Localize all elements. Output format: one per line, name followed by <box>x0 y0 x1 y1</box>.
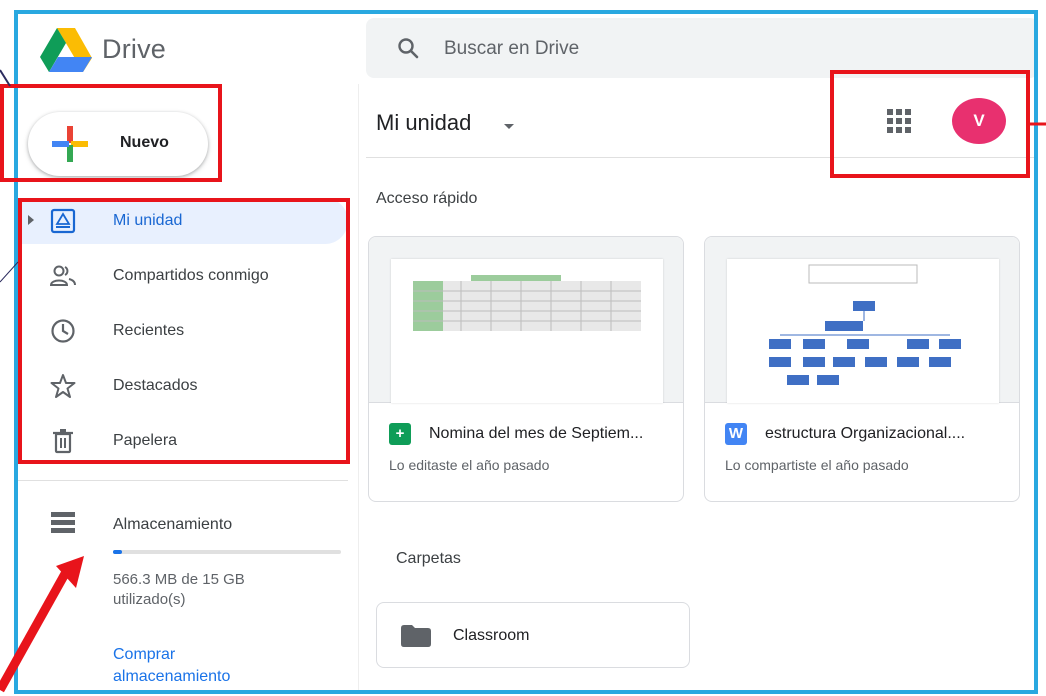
annotation-box-new <box>0 84 222 182</box>
app-name: Drive <box>102 34 167 64</box>
document-preview <box>727 259 999 403</box>
quick-access-label: Acceso rápido <box>376 190 478 207</box>
storage-icon <box>51 512 75 533</box>
page-title[interactable]: Mi unidad <box>376 110 471 136</box>
sheets-file-icon: + <box>389 423 411 445</box>
storage-progress-bar <box>113 550 341 554</box>
sidebar-divider <box>18 480 348 481</box>
content-divider <box>358 84 359 690</box>
chevron-down-icon[interactable] <box>504 124 514 129</box>
annotation-box-nav <box>18 198 350 464</box>
folder-item[interactable]: Classroom <box>376 602 690 668</box>
quick-access-card[interactable]: W estructura Organizacional.... Lo compa… <box>704 236 1020 502</box>
file-activity: Lo compartiste el año pasado <box>725 457 909 473</box>
file-name: Nomina del mes de Septiem... <box>429 425 644 442</box>
file-name: estructura Organizacional.... <box>765 425 966 442</box>
spreadsheet-preview <box>391 259 663 403</box>
docs-file-icon: W <box>725 423 747 445</box>
search-icon[interactable] <box>396 36 420 60</box>
folders-label: Carpetas <box>396 550 461 567</box>
search-bar[interactable]: Buscar en Drive <box>366 18 1034 78</box>
folder-name: Classroom <box>453 627 530 644</box>
folder-icon <box>401 625 431 647</box>
org-chart-preview-image <box>769 264 961 385</box>
search-input[interactable]: Buscar en Drive <box>444 38 579 60</box>
spreadsheet-preview-image <box>413 275 641 331</box>
file-thumbnail <box>369 237 683 403</box>
storage-progress-fill <box>113 550 122 554</box>
quick-access-card[interactable]: + Nomina del mes de Septiem... Lo editas… <box>368 236 684 502</box>
buy-storage-link[interactable]: Comprar almacenamiento <box>113 644 293 688</box>
annotation-box-account <box>830 70 1030 178</box>
file-thumbnail <box>705 237 1019 403</box>
drive-logo-icon[interactable] <box>40 26 92 72</box>
file-activity: Lo editaste el año pasado <box>389 457 550 473</box>
storage-label[interactable]: Almacenamiento <box>113 516 232 534</box>
storage-used-text: 566.3 MB de 15 GB utilizado(s) <box>113 571 245 608</box>
